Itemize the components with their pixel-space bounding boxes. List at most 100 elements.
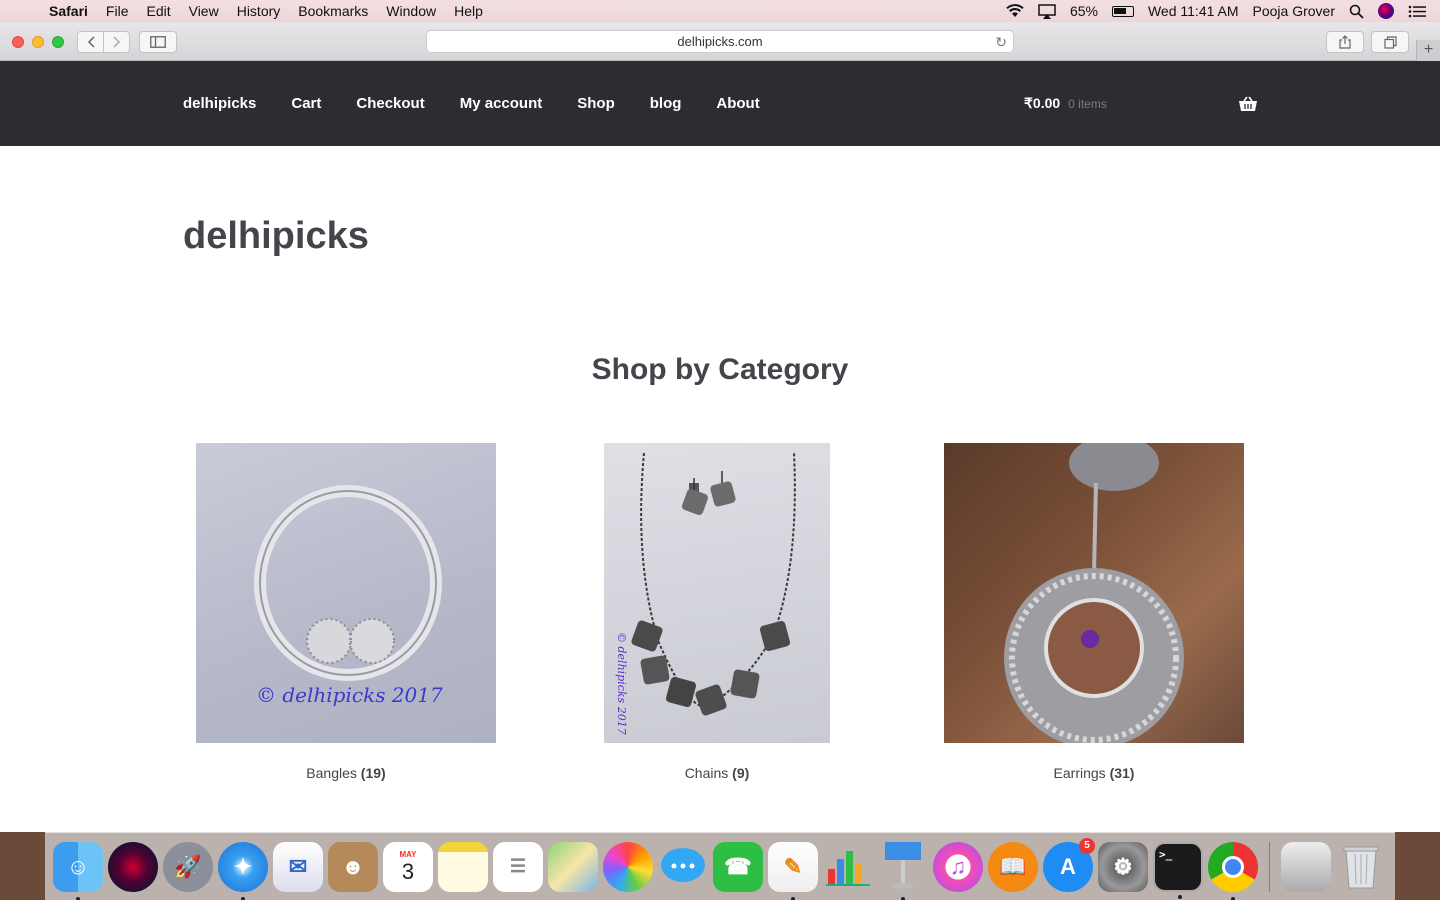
- photos-icon[interactable]: [603, 841, 653, 892]
- menu-view[interactable]: View: [180, 3, 228, 19]
- keynote-icon[interactable]: [878, 841, 928, 900]
- wifi-icon[interactable]: [1006, 4, 1024, 18]
- category-chains[interactable]: © delhipicks 2017 Chains (9): [604, 443, 830, 781]
- dock-separator: [1269, 841, 1270, 892]
- trash-icon[interactable]: [1336, 842, 1386, 892]
- menu-edit[interactable]: Edit: [137, 3, 179, 19]
- chains-image[interactable]: © delhipicks 2017: [604, 443, 830, 743]
- safari-icon[interactable]: ✦: [218, 841, 268, 900]
- share-icon: [1339, 35, 1351, 49]
- section-title: Shop by Category: [591, 353, 849, 386]
- category-label-earrings[interactable]: Earrings (31): [944, 765, 1244, 781]
- mail-icon[interactable]: ✉: [273, 841, 323, 892]
- new-tab-button[interactable]: +: [1416, 40, 1440, 61]
- nav-blog[interactable]: blog: [650, 95, 682, 112]
- address-bar[interactable]: delhipicks.com ↻: [426, 30, 1014, 53]
- tabs-overview-button[interactable]: [1371, 31, 1409, 53]
- podium-icon: [885, 841, 921, 889]
- notification-center-icon[interactable]: [1408, 5, 1426, 18]
- chrome-icon[interactable]: [1208, 841, 1258, 900]
- battery-icon[interactable]: [1111, 5, 1134, 17]
- category-count-chains: (9): [732, 765, 750, 781]
- site-title[interactable]: delhipicks: [183, 215, 369, 258]
- nav-about[interactable]: About: [716, 95, 759, 112]
- category-name-bangles: Bangles: [306, 765, 357, 781]
- notes-icon[interactable]: [438, 841, 488, 892]
- scanner-icon[interactable]: [1281, 841, 1331, 892]
- earrings-image[interactable]: [944, 443, 1244, 743]
- earring-photo-graphic: [1004, 443, 1184, 743]
- contacts-icon[interactable]: ☻: [328, 841, 378, 892]
- chevron-left-icon: [87, 36, 95, 48]
- web-page: delhipicks Cart Checkout My account Shop…: [0, 61, 1440, 832]
- finder-icon[interactable]: ☺: [53, 841, 103, 900]
- menu-file[interactable]: File: [97, 3, 138, 19]
- category-label-chains[interactable]: Chains (9): [604, 765, 830, 781]
- running-indicator: [791, 896, 795, 900]
- facetime-icon[interactable]: ☎: [713, 841, 763, 892]
- minimize-window-button[interactable]: [32, 36, 44, 48]
- nav-my-account[interactable]: My account: [460, 95, 543, 112]
- bangles-watermark: © delhipicks 2017: [256, 683, 443, 707]
- category-count-bangles: (19): [360, 765, 386, 781]
- bar-chart-icon: [826, 850, 870, 886]
- siri-dock-icon[interactable]: [108, 841, 158, 892]
- sidebar-toggle-button[interactable]: [139, 31, 177, 53]
- launchpad-icon[interactable]: 🚀: [163, 841, 213, 892]
- close-window-button[interactable]: [12, 36, 24, 48]
- running-indicator: [1178, 894, 1182, 899]
- header-cart-link[interactable]: ₹0.00 0 items: [1024, 61, 1107, 146]
- system-preferences-icon[interactable]: ⚙: [1098, 841, 1148, 892]
- cart-amount: ₹0.00: [1024, 95, 1061, 111]
- menu-help[interactable]: Help: [445, 3, 492, 19]
- back-button[interactable]: [77, 31, 104, 53]
- messages-icon[interactable]: [658, 842, 708, 892]
- bangle-photo-graphic: © delhipicks 2017: [254, 485, 443, 707]
- browser-toolbar: delhipicks.com ↻ +: [0, 22, 1440, 61]
- menu-user[interactable]: Pooja Grover: [1253, 3, 1335, 19]
- running-indicator: [76, 896, 80, 900]
- app-store-icon[interactable]: A5: [1043, 837, 1095, 892]
- tabs-icon: [1383, 35, 1397, 49]
- siri-icon[interactable]: [1378, 3, 1394, 19]
- site-header: delhipicks Cart Checkout My account Shop…: [0, 61, 1440, 146]
- category-count-earrings: (31): [1109, 765, 1135, 781]
- menu-history[interactable]: History: [228, 3, 290, 19]
- sidebar-icon: [150, 36, 166, 48]
- spotlight-search-icon[interactable]: [1349, 4, 1364, 19]
- chevron-right-icon: [112, 36, 120, 48]
- category-earrings[interactable]: Earrings (31): [944, 443, 1244, 781]
- category-label-bangles[interactable]: Bangles (19): [196, 765, 496, 781]
- ibooks-icon[interactable]: 📖: [988, 841, 1038, 892]
- terminal-icon[interactable]: >_: [1153, 841, 1203, 899]
- menu-clock[interactable]: Wed 11:41 AM: [1148, 3, 1239, 19]
- primary-nav: delhipicks Cart Checkout My account Shop…: [183, 61, 760, 146]
- menu-window[interactable]: Window: [377, 3, 445, 19]
- menu-app-safari[interactable]: Safari: [40, 3, 97, 19]
- category-bangles[interactable]: © delhipicks 2017 Bangles (19): [196, 443, 496, 781]
- itunes-icon[interactable]: ♫: [933, 841, 983, 892]
- share-button[interactable]: [1326, 31, 1364, 53]
- nav-home[interactable]: delhipicks: [183, 95, 256, 112]
- nav-cart[interactable]: Cart: [291, 95, 321, 112]
- nav-shop[interactable]: Shop: [577, 95, 615, 112]
- trash-can-icon: [1343, 846, 1379, 888]
- reload-icon[interactable]: ↻: [995, 31, 1007, 53]
- calendar-icon[interactable]: MAY 3: [383, 841, 433, 892]
- bangles-image[interactable]: © delhipicks 2017: [196, 443, 496, 743]
- nav-checkout[interactable]: Checkout: [356, 95, 424, 112]
- app-store-badge: 5: [1079, 837, 1095, 854]
- menu-bookmarks[interactable]: Bookmarks: [289, 3, 377, 19]
- pages-icon[interactable]: ✎: [768, 841, 818, 900]
- dock: ☺ 🚀 ✦ ✉ ☻ MAY 3 ☰ ☎ ✎ ♫ 📖 A5 ⚙ >_: [45, 832, 1395, 900]
- address-bar-url: delhipicks.com: [677, 34, 763, 49]
- reminders-icon[interactable]: ☰: [493, 841, 543, 892]
- running-indicator: [901, 896, 905, 900]
- basket-icon[interactable]: [1238, 96, 1258, 112]
- maps-icon[interactable]: [548, 841, 598, 892]
- forward-button[interactable]: [103, 31, 130, 53]
- zoom-window-button[interactable]: [52, 36, 64, 48]
- airplay-icon[interactable]: [1038, 3, 1056, 19]
- numbers-icon[interactable]: [823, 842, 873, 892]
- category-name-chains: Chains: [684, 765, 729, 781]
